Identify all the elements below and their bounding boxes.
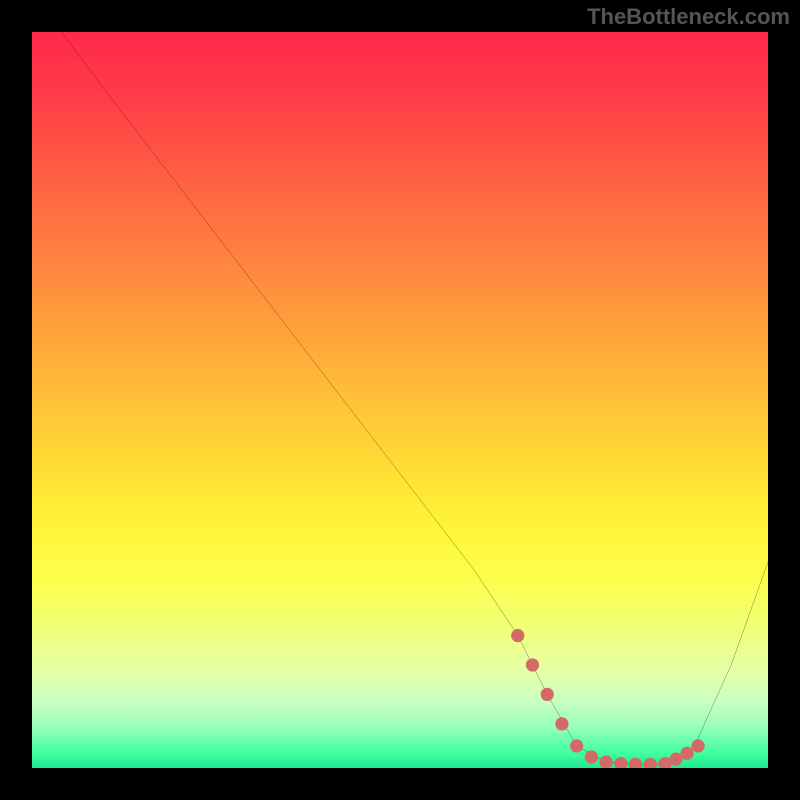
- dot: [541, 688, 554, 701]
- dot: [644, 758, 657, 768]
- plot-area: [32, 32, 768, 768]
- dot: [570, 739, 583, 752]
- dot: [691, 739, 704, 752]
- dot: [614, 757, 627, 768]
- curve-svg: [32, 32, 768, 768]
- highlight-dots: [511, 629, 705, 768]
- dot: [680, 747, 693, 760]
- watermark-text: TheBottleneck.com: [587, 4, 790, 30]
- dot: [511, 629, 524, 642]
- dot: [555, 717, 568, 730]
- dot: [526, 658, 539, 671]
- dot: [629, 758, 642, 768]
- dot: [585, 750, 598, 763]
- dot: [599, 755, 612, 768]
- curve-line: [61, 32, 768, 764]
- chart-container: TheBottleneck.com: [0, 0, 800, 800]
